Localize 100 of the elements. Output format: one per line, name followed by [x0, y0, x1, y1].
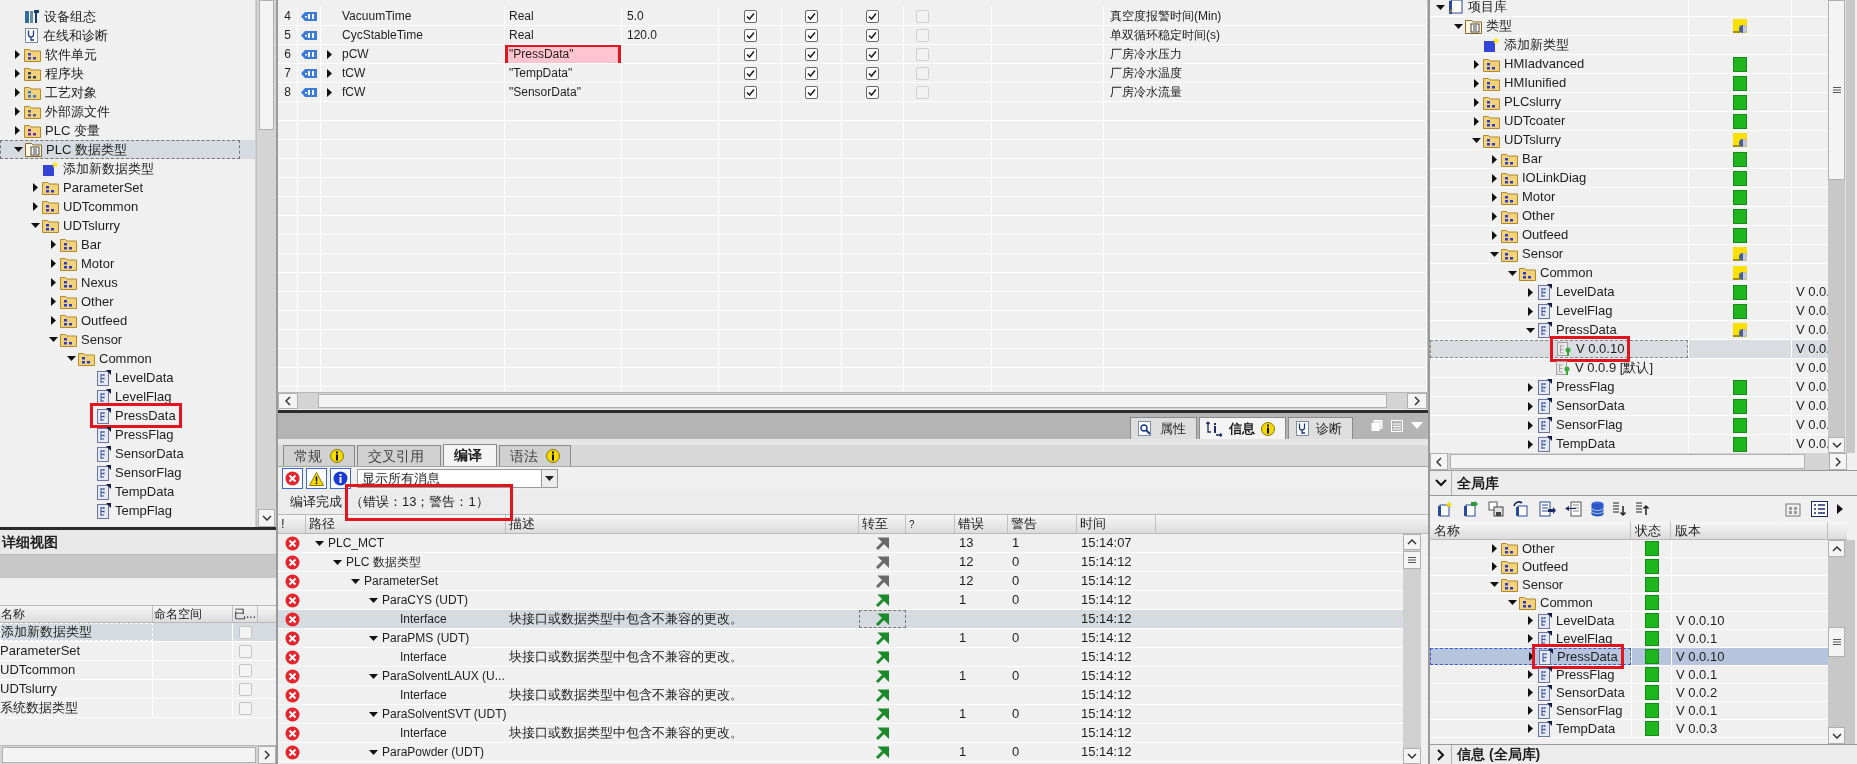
book-icon[interactable]: [1462, 501, 1479, 517]
tree-arrow-icon[interactable]: [1525, 439, 1535, 449]
tree-item[interactable]: SensorFlag V 0.0.1: [1430, 702, 1828, 720]
chevron-down-icon[interactable]: [1434, 479, 1447, 487]
checkbox[interactable]: [239, 701, 252, 715]
arrow-icon[interactable]: [876, 726, 889, 740]
column-header[interactable]: 名称: [0, 606, 153, 622]
book-icon[interactable]: [1436, 501, 1453, 517]
tree-item[interactable]: 项目库: [1430, 0, 1828, 17]
database-icon[interactable]: [1591, 501, 1604, 517]
tree-item[interactable]: 软件单元: [0, 45, 256, 64]
list-item[interactable]: UDTcommon: [0, 661, 276, 680]
list-item[interactable]: UDTslurry: [0, 680, 276, 699]
message-row[interactable]: ParaPowder (UDT) 1 0 15:14:12: [278, 743, 1403, 762]
tree-arrow-icon[interactable]: [48, 278, 58, 287]
scroll-right-icon[interactable]: [264, 750, 270, 760]
tree-item[interactable]: SensorFlag: [0, 463, 256, 482]
tree-arrow-icon[interactable]: [30, 183, 40, 192]
tree-arrow-icon[interactable]: [1471, 78, 1481, 88]
checkbox[interactable]: [239, 682, 252, 696]
tree-item[interactable]: PressFlag V 0.0.1: [1430, 666, 1828, 684]
tree-item[interactable]: TempData V 0.0.3: [1430, 720, 1828, 738]
message-row[interactable]: Interface 块接口或数据类型中包含不兼容的更改。 15:14:12: [278, 724, 1403, 743]
column-header[interactable]: 名称: [1430, 522, 1631, 539]
sort-icon[interactable]: [1613, 501, 1627, 517]
column-header[interactable]: ?: [906, 515, 955, 533]
tree-item[interactable]: PressFlag: [0, 425, 256, 444]
tree-item[interactable]: LevelData: [0, 368, 256, 387]
list-icon[interactable]: [1811, 501, 1828, 517]
tree-arrow-icon[interactable]: [12, 69, 22, 78]
document-icon[interactable]: [1565, 501, 1582, 517]
tree-arrow-icon[interactable]: [350, 576, 360, 586]
tree-item[interactable]: V 0.0.9 [默认] V 0.0.: [1430, 359, 1828, 378]
column-header[interactable]: 路径: [306, 515, 506, 533]
tree-arrow-icon[interactable]: [48, 316, 58, 325]
tree-item[interactable]: LevelFlag: [0, 387, 256, 406]
triangle-right-icon[interactable]: [1837, 504, 1843, 514]
checkbox[interactable]: [866, 9, 879, 23]
tree-arrow-icon[interactable]: [368, 595, 378, 605]
tree-arrow-icon[interactable]: [1489, 173, 1499, 183]
message-row[interactable]: ParaSolventLAUX (U... 1 0 15:14:12: [278, 667, 1403, 686]
message-row[interactable]: ParameterSet 12 0 15:14:12: [278, 572, 1403, 591]
tree-arrow-icon[interactable]: [48, 259, 58, 268]
arrow-icon[interactable]: [876, 707, 889, 721]
grip-icon[interactable]: [1832, 86, 1841, 94]
checkbox[interactable]: [805, 9, 818, 23]
panel-tab[interactable]: 信息: [1199, 417, 1286, 439]
tree-item[interactable]: Outfeed: [0, 311, 256, 330]
horizontal-scrollbar[interactable]: [1430, 453, 1847, 470]
checkbox[interactable]: [805, 28, 818, 42]
checkbox[interactable]: [805, 66, 818, 80]
tree-item[interactable]: PLC 变量: [0, 121, 256, 140]
filter-button[interactable]: [330, 468, 351, 489]
tree-arrow-icon[interactable]: [1525, 706, 1535, 715]
tree-arrow-icon[interactable]: [12, 88, 22, 97]
tree-item[interactable]: Bar: [0, 235, 256, 254]
tree-arrow-icon[interactable]: [30, 221, 40, 230]
tree-arrow-icon[interactable]: [368, 747, 378, 757]
tree-item[interactable]: Outfeed: [1430, 558, 1828, 576]
tree-arrow-icon[interactable]: [1507, 598, 1517, 607]
checkbox[interactable]: [239, 625, 252, 639]
tree-item[interactable]: SensorData V 0.0.2: [1430, 684, 1828, 702]
tree-item[interactable]: SensorFlag V 0.0.: [1430, 416, 1828, 435]
tree-item[interactable]: HMIunified: [1430, 74, 1828, 93]
tree-arrow-icon[interactable]: [1489, 192, 1499, 202]
tree-item[interactable]: Bar: [1430, 150, 1828, 169]
tree-arrow-icon[interactable]: [1525, 287, 1535, 297]
tree-item[interactable]: Other: [1430, 207, 1828, 226]
tree-item[interactable]: Outfeed: [1430, 226, 1828, 245]
arrow-icon[interactable]: [876, 555, 889, 569]
tree-item[interactable]: IOLinkDiag: [1430, 169, 1828, 188]
tree-arrow-icon[interactable]: [12, 126, 22, 135]
checkbox[interactable]: [805, 85, 818, 99]
panel-tab[interactable]: 交叉引用: [357, 445, 441, 466]
tree-item[interactable]: 类型: [1430, 17, 1828, 36]
vertical-scrollbar[interactable]: [1403, 534, 1421, 764]
tree-arrow-icon[interactable]: [1525, 616, 1535, 625]
panel-tab[interactable]: 诊断: [1288, 417, 1353, 439]
tree-item[interactable]: 工艺对象: [0, 83, 256, 102]
checkbox[interactable]: [743, 28, 757, 42]
horizontal-scrollbar[interactable]: [278, 392, 1427, 409]
scroll-right-icon[interactable]: [1414, 396, 1420, 406]
tree-arrow-icon[interactable]: [1525, 688, 1535, 697]
column-header[interactable]: 命名空间: [153, 606, 233, 622]
list-item[interactable]: 添加新数据类型: [0, 623, 276, 642]
tree-item[interactable]: 设备组态: [0, 7, 256, 26]
message-row[interactable]: ParaPMS (UDT) 1 0 15:14:12: [278, 629, 1403, 648]
vertical-scrollbar[interactable]: [1828, 0, 1845, 453]
message-row[interactable]: Interface 块接口或数据类型中包含不兼容的更改。 15:14:12: [278, 610, 1403, 629]
checkbox[interactable]: [239, 644, 252, 658]
tree-arrow-icon[interactable]: [368, 709, 378, 719]
message-row[interactable]: Interface 块接口或数据类型中包含不兼容的更改。 15:14:12: [278, 648, 1403, 667]
message-row[interactable]: PLC 数据类型 12 0 15:14:12: [278, 553, 1403, 572]
tree-item[interactable]: TempData: [0, 482, 256, 501]
tree-arrow-icon[interactable]: [30, 202, 40, 211]
message-row[interactable]: PLC_MCT 13 1 15:14:07: [278, 534, 1403, 553]
tree-arrow-icon[interactable]: [1525, 670, 1535, 679]
arrow-icon[interactable]: [876, 650, 889, 664]
tree-item[interactable]: 添加新类型: [1430, 36, 1828, 55]
message-row[interactable]: ParaSolventSVT (UDT) 1 0 15:14:12: [278, 705, 1403, 724]
